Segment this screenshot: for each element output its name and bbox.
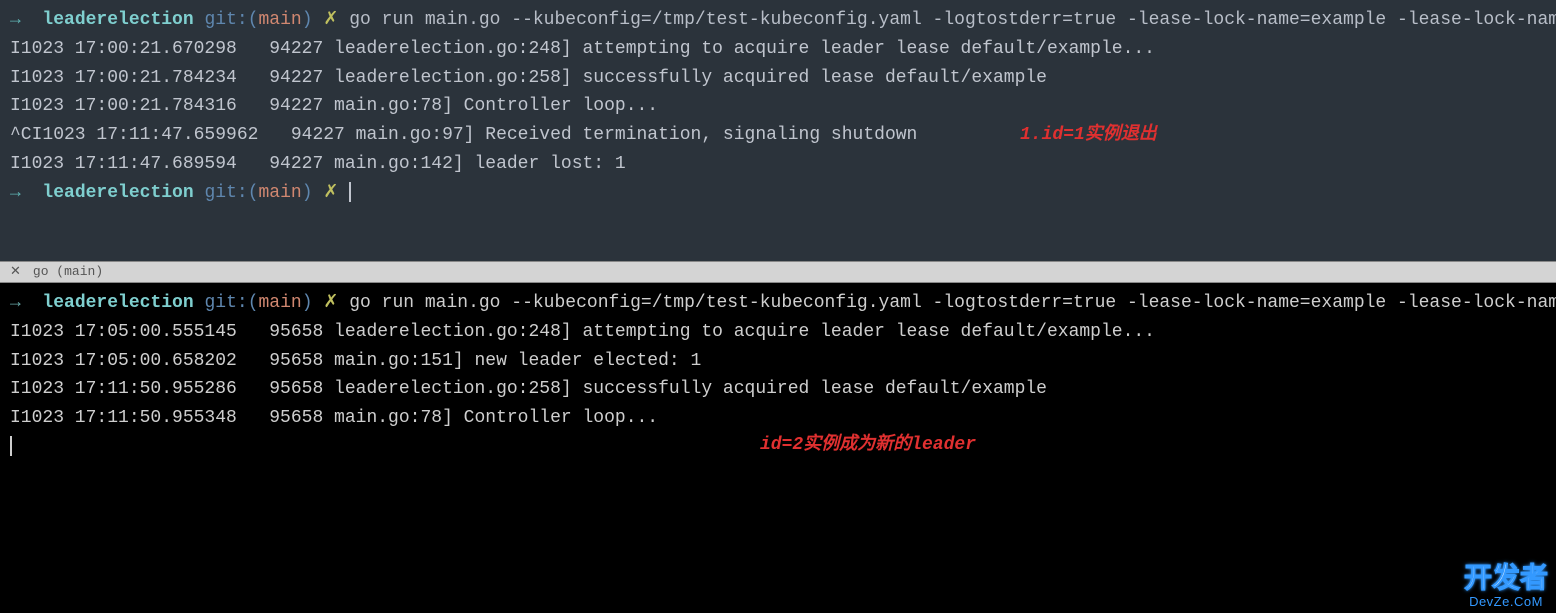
- log-line: I1023 17:00:21.784234 94227 leaderelecti…: [10, 64, 1546, 93]
- prompt-paren-open: (: [248, 10, 259, 30]
- prompt-git-label: git:: [204, 10, 247, 30]
- log-line: I1023 17:11:50.955348 95658 main.go:78] …: [10, 404, 1546, 433]
- prompt-marker-icon: ✗: [323, 183, 338, 203]
- cursor-icon: [10, 436, 12, 456]
- prompt-marker-icon: ✗: [323, 293, 338, 313]
- prompt-line-top: → leaderelection git:(main) ✗ go run mai…: [10, 6, 1546, 35]
- prompt-marker-icon: ✗: [323, 10, 338, 30]
- prompt-dir: leaderelection: [42, 293, 193, 313]
- terminal-pane-bottom[interactable]: → leaderelection git:(main) ✗ go run mai…: [0, 283, 1556, 613]
- annotation-top: 1.id=1实例退出: [1020, 121, 1157, 150]
- prompt-git-label: git:: [204, 183, 247, 203]
- prompt-branch: main: [259, 293, 302, 313]
- close-tab-button[interactable]: ✕: [10, 262, 21, 283]
- log-line: ^CI1023 17:11:47.659962 94227 main.go:97…: [10, 121, 1546, 150]
- log-line: I1023 17:00:21.784316 94227 main.go:78] …: [10, 92, 1546, 121]
- tab-label[interactable]: go (main): [33, 262, 103, 283]
- cursor-line: id=2实例成为新的leader: [10, 433, 1546, 462]
- log-line: I1023 17:05:00.555145 95658 leaderelecti…: [10, 318, 1546, 347]
- prompt-dir: leaderelection: [42, 10, 193, 30]
- prompt-arrow-icon: →: [10, 293, 21, 313]
- command-top: go run main.go --kubeconfig=/tmp/test-ku…: [349, 10, 1556, 30]
- log-line: I1023 17:05:00.658202 95658 main.go:151]…: [10, 347, 1546, 376]
- prompt-line-bottom: → leaderelection git:(main) ✗ go run mai…: [10, 289, 1546, 318]
- watermark: 开发者 DevZe.CoM: [1464, 566, 1548, 609]
- prompt-branch: main: [259, 10, 302, 30]
- prompt-arrow-icon: →: [10, 183, 21, 203]
- terminal-pane-top[interactable]: → leaderelection git:(main) ✗ go run mai…: [0, 0, 1556, 261]
- prompt-dir: leaderelection: [42, 183, 193, 203]
- watermark-en: DevZe.CoM: [1464, 595, 1548, 609]
- pane-tab-bar: ✕ go (main): [0, 261, 1556, 283]
- prompt-paren-open: (: [248, 183, 259, 203]
- cursor-icon: [349, 182, 351, 202]
- prompt-paren-close: ): [302, 293, 313, 313]
- prompt-line-top-2: → leaderelection git:(main) ✗: [10, 179, 1546, 208]
- prompt-paren-close: ): [302, 10, 313, 30]
- prompt-arrow-icon: →: [10, 10, 21, 30]
- log-line: I1023 17:00:21.670298 94227 leaderelecti…: [10, 35, 1546, 64]
- prompt-paren-open: (: [248, 293, 259, 313]
- command-bottom: go run main.go --kubeconfig=/tmp/test-ku…: [349, 293, 1556, 313]
- watermark-cn: 开发者: [1464, 566, 1548, 595]
- annotation-bottom: id=2实例成为新的leader: [760, 431, 976, 460]
- log-line: I1023 17:11:47.689594 94227 main.go:142]…: [10, 150, 1546, 179]
- prompt-paren-close: ): [302, 183, 313, 203]
- prompt-git-label: git:: [204, 293, 247, 313]
- log-line: I1023 17:11:50.955286 95658 leaderelecti…: [10, 375, 1546, 404]
- prompt-branch: main: [259, 183, 302, 203]
